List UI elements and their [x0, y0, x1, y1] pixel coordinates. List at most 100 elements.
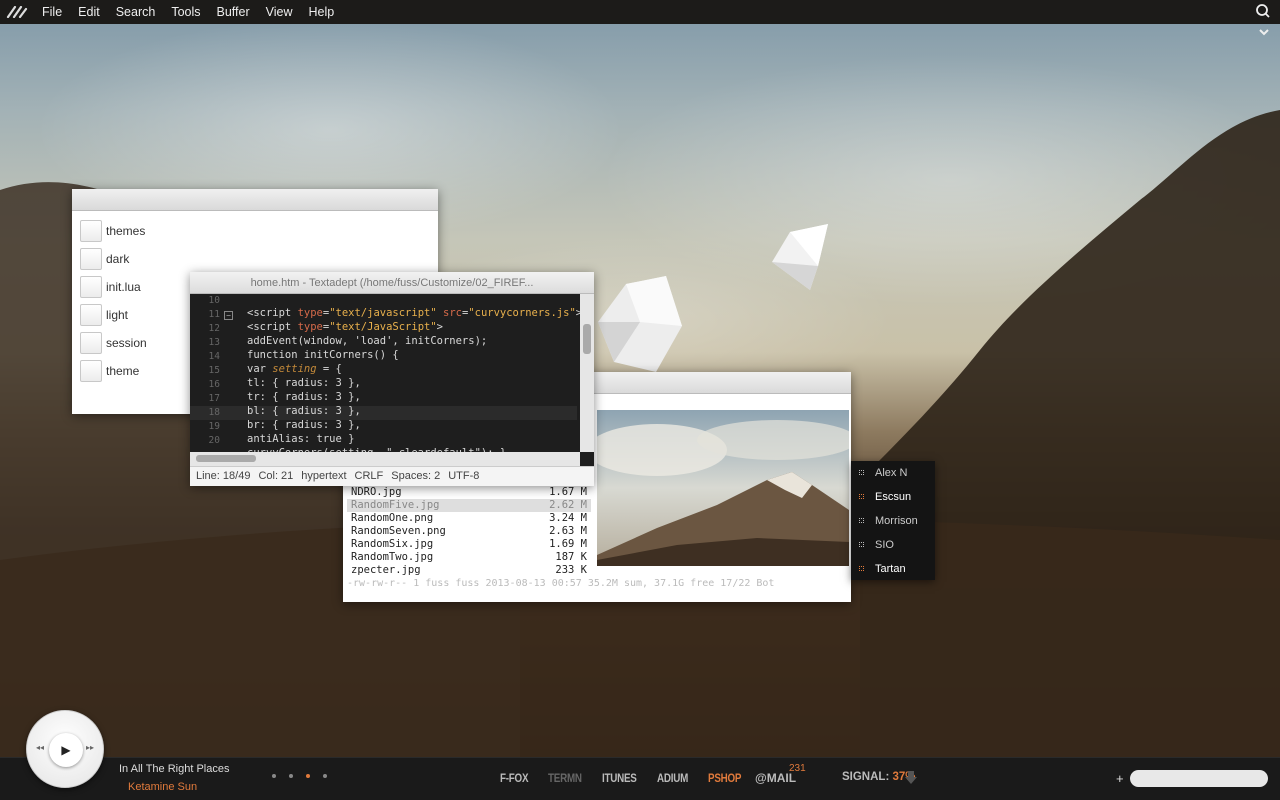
crystal-shape	[772, 224, 828, 290]
file-name: RandomTwo.jpg	[351, 551, 434, 563]
list-item[interactable]: themes	[80, 217, 430, 245]
checkbox[interactable]	[80, 276, 102, 298]
play-icon[interactable]: ▶	[49, 733, 83, 767]
status-line: Line: 18/49	[196, 470, 251, 482]
file-size: 1.69 M	[549, 538, 587, 550]
contact-name: Tartan	[875, 563, 906, 575]
signal-label: SIGNAL:	[842, 771, 890, 783]
file-name: zpecter.jpg	[351, 564, 421, 576]
app-launcher-item[interactable]: TERMN	[548, 771, 582, 785]
app-logo-icon[interactable]	[0, 0, 34, 24]
file-name: RandomFive.jpg	[351, 499, 440, 511]
menu-edit[interactable]: Edit	[70, 0, 108, 24]
checkbox[interactable]	[80, 304, 102, 326]
menubar: File Edit Search Tools Buffer View Help	[0, 0, 1280, 24]
app-launcher-item[interactable]: ITUNES	[602, 771, 637, 785]
app-launcher-item[interactable]: F-FOX	[500, 771, 529, 785]
crystal-shape-large	[598, 276, 682, 372]
file-list: NDRO.jpg 1.67 M RandomFive.jpg 2.62 M Random…	[347, 486, 591, 577]
app-launcher: F-FOX TERMN ITUNES ADIUM PSHOP	[500, 771, 761, 785]
list-item[interactable]: dark	[80, 245, 430, 273]
dock-search-input[interactable]	[1130, 770, 1268, 787]
page-indicator[interactable]	[272, 774, 327, 778]
chevron-down-icon[interactable]	[1258, 27, 1270, 37]
status-lexer[interactable]: hypertext	[301, 470, 346, 482]
contact-name: Alex N	[875, 467, 908, 479]
list-item-label: session	[106, 336, 147, 350]
contact-name: Morrison	[875, 515, 918, 527]
list-item-label: init.lua	[106, 280, 141, 294]
contacts-panel: Alex N Escsun Morrison SIO Tartan	[851, 461, 935, 580]
file-row[interactable]: RandomSeven.png 2.63 M	[347, 525, 591, 538]
file-row[interactable]: RandomOne.png 3.24 M	[347, 512, 591, 525]
status-dot-icon	[859, 518, 864, 523]
mail-count-badge: 231	[789, 763, 806, 774]
editor-statusbar: Line: 18/49 Col: 21 hypertext CRLF Spaces: 2…	[190, 466, 594, 486]
status-dot-icon	[859, 494, 864, 499]
menu-file[interactable]: File	[34, 0, 70, 24]
status-col: Col: 21	[258, 470, 294, 482]
checkbox[interactable]	[80, 220, 102, 242]
horizontal-scrollbar[interactable]	[190, 452, 580, 466]
file-row[interactable]: zpecter.jpg 233 K	[347, 564, 591, 577]
code-view[interactable]: 10 11 12 13 14 15 16 17 18 19 20 − <script type="t…	[190, 294, 594, 452]
checkbox[interactable]	[80, 248, 102, 270]
status-indent[interactable]: Spaces: 2	[391, 470, 440, 482]
file-window-titlebar[interactable]	[72, 189, 438, 211]
menu-help[interactable]: Help	[301, 0, 343, 24]
music-player: ◂◂ ▶ ▸▸	[26, 710, 104, 788]
line-numbers: 10 11 12 13 14 15 16 17 18 19 20	[208, 295, 220, 446]
list-item-label: light	[106, 308, 129, 322]
contact-item[interactable]: Alex N	[851, 461, 935, 485]
download-arrow-icon[interactable]	[905, 771, 917, 785]
file-size: 3.24 M	[549, 512, 587, 524]
app-launcher-item[interactable]: PSHOP	[708, 771, 741, 785]
file-name: RandomSeven.png	[351, 525, 446, 537]
file-size: 2.63 M	[549, 525, 587, 537]
contact-name: Escsun	[875, 491, 912, 503]
file-size: 2.62 M	[549, 499, 587, 511]
checkbox[interactable]	[80, 360, 102, 382]
prev-icon[interactable]: ◂◂	[36, 743, 44, 752]
menu-buffer[interactable]: Buffer	[209, 0, 258, 24]
song-title: In All The Right Places	[119, 763, 230, 775]
file-row[interactable]: NDRO.jpg 1.67 M	[347, 486, 591, 499]
checkbox[interactable]	[80, 332, 102, 354]
list-item-label: dark	[106, 252, 130, 266]
song-artist: Ketamine Sun	[128, 781, 198, 793]
plus-icon[interactable]: +	[1116, 771, 1124, 786]
file-size: 1.67 M	[549, 486, 587, 498]
file-name: NDRO.jpg	[351, 486, 402, 498]
contact-item[interactable]: SIO	[851, 533, 935, 557]
file-manager-statusbar: -rw-rw-r-- 1 fuss fuss 2013-08-13 00:57 …	[347, 578, 775, 589]
editor-title[interactable]: home.htm - Textadept (/home/fuss/Customi…	[190, 272, 594, 294]
list-item-label: themes	[106, 224, 146, 238]
vertical-scrollbar[interactable]	[580, 294, 594, 452]
file-size: 187 K	[555, 551, 587, 563]
menu-view[interactable]: View	[258, 0, 301, 24]
list-item-label: theme	[106, 364, 140, 378]
fold-marker-icon[interactable]: −	[224, 311, 233, 320]
app-launcher-item[interactable]: ADIUM	[657, 771, 688, 785]
contact-item[interactable]: Morrison	[851, 509, 935, 533]
status-dot-icon	[859, 566, 864, 571]
status-encoding[interactable]: UTF-8	[448, 470, 479, 482]
source-code: <script type="text/javascript" src="curv…	[247, 307, 594, 452]
file-row[interactable]: RandomFive.jpg 2.62 M	[347, 499, 591, 512]
contact-name: SIO	[875, 539, 894, 551]
status-eol[interactable]: CRLF	[355, 470, 384, 482]
file-row[interactable]: RandomTwo.jpg 187 K	[347, 551, 591, 564]
file-size: 233 K	[555, 564, 587, 576]
contact-item[interactable]: Escsun	[851, 485, 935, 509]
file-name: RandomSix.jpg	[351, 538, 434, 550]
status-dot-icon	[859, 470, 864, 475]
menu-search[interactable]: Search	[108, 0, 164, 24]
contact-item[interactable]: Tartan	[851, 557, 935, 581]
search-icon[interactable]	[1255, 3, 1271, 19]
image-preview	[597, 410, 849, 566]
status-dot-icon	[859, 542, 864, 547]
menu-tools[interactable]: Tools	[163, 0, 208, 24]
next-icon[interactable]: ▸▸	[86, 743, 94, 752]
file-row[interactable]: RandomSix.jpg 1.69 M	[347, 538, 591, 551]
editor-window: home.htm - Textadept (/home/fuss/Customi…	[190, 272, 594, 486]
